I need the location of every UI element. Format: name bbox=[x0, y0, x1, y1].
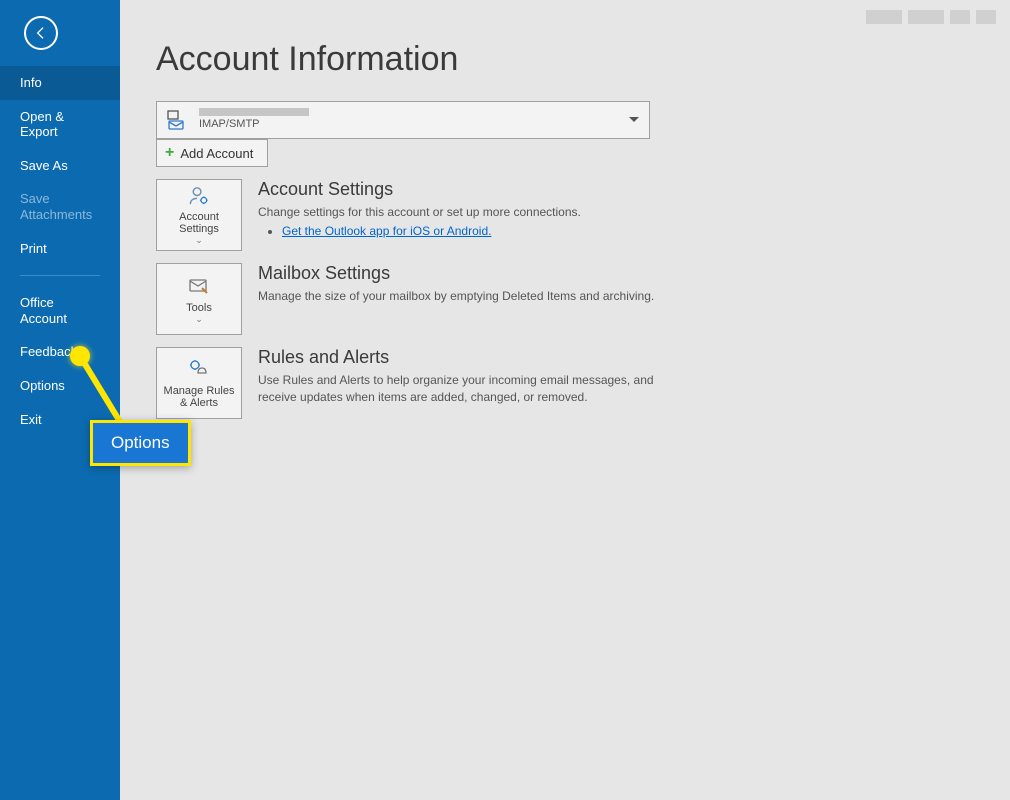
sidebar-item-save-as[interactable]: Save As bbox=[0, 149, 120, 183]
section-title-rules: Rules and Alerts bbox=[258, 347, 678, 368]
envelope-tool-icon bbox=[187, 274, 211, 298]
chevron-down-icon: ⌄ bbox=[195, 235, 203, 246]
add-account-label: Add Account bbox=[180, 146, 253, 161]
manage-rules-alerts-tile[interactable]: Manage Rules & Alerts bbox=[156, 347, 242, 419]
person-gear-icon bbox=[187, 184, 211, 207]
sidebar-item-exit[interactable]: Exit bbox=[0, 403, 120, 437]
gear-bell-icon bbox=[187, 357, 211, 381]
sidebar-item-options[interactable]: Options bbox=[0, 369, 120, 403]
tools-tile[interactable]: Tools ⌄ bbox=[156, 263, 242, 335]
window-controls-placeholder bbox=[866, 10, 996, 24]
sidebar-item-office-account[interactable]: Office Account bbox=[0, 286, 120, 335]
section-title-mailbox: Mailbox Settings bbox=[258, 263, 678, 284]
tile-label: Account Settings bbox=[161, 211, 237, 235]
chevron-down-icon bbox=[629, 117, 639, 123]
section-desc-account-settings: Change settings for this account or set … bbox=[258, 205, 581, 219]
placeholder-icon bbox=[908, 10, 944, 24]
main-panel: Account Information IMAP/SMTP + Add Acco… bbox=[120, 0, 1010, 800]
page-title: Account Information bbox=[156, 40, 974, 79]
sidebar-item-print[interactable]: Print bbox=[0, 232, 120, 266]
plus-icon: + bbox=[165, 144, 174, 162]
section-title-account-settings: Account Settings bbox=[258, 179, 678, 200]
account-type-label: IMAP/SMTP bbox=[199, 118, 309, 131]
tile-label: Tools bbox=[186, 302, 212, 314]
sidebar-item-open-export[interactable]: Open & Export bbox=[0, 100, 120, 149]
sidebar-item-save-attachments: Save Attachments bbox=[0, 182, 120, 231]
section-desc-mailbox: Manage the size of your mailbox by empty… bbox=[258, 288, 678, 305]
placeholder-icon bbox=[866, 10, 902, 24]
account-settings-tile[interactable]: Account Settings ⌄ bbox=[156, 179, 242, 251]
account-email-redacted bbox=[199, 108, 309, 116]
arrow-left-icon bbox=[33, 25, 49, 41]
placeholder-icon bbox=[976, 10, 996, 24]
tile-label: Manage Rules & Alerts bbox=[161, 385, 237, 409]
chevron-down-icon: ⌄ bbox=[195, 314, 203, 325]
sidebar-item-feedback[interactable]: Feedback bbox=[0, 335, 120, 369]
file-sidebar: Info Open & Export Save As Save Attachme… bbox=[0, 0, 120, 800]
add-account-button[interactable]: + Add Account bbox=[156, 139, 268, 167]
get-outlook-app-link[interactable]: Get the Outlook app for iOS or Android. bbox=[282, 224, 491, 238]
back-button[interactable] bbox=[24, 16, 58, 50]
placeholder-icon bbox=[950, 10, 970, 24]
section-desc-rules: Use Rules and Alerts to help organize yo… bbox=[258, 372, 678, 406]
mailbox-icon bbox=[165, 108, 189, 132]
sidebar-divider bbox=[20, 275, 100, 276]
account-dropdown[interactable]: IMAP/SMTP bbox=[156, 101, 650, 139]
sidebar-item-info[interactable]: Info bbox=[0, 66, 120, 100]
